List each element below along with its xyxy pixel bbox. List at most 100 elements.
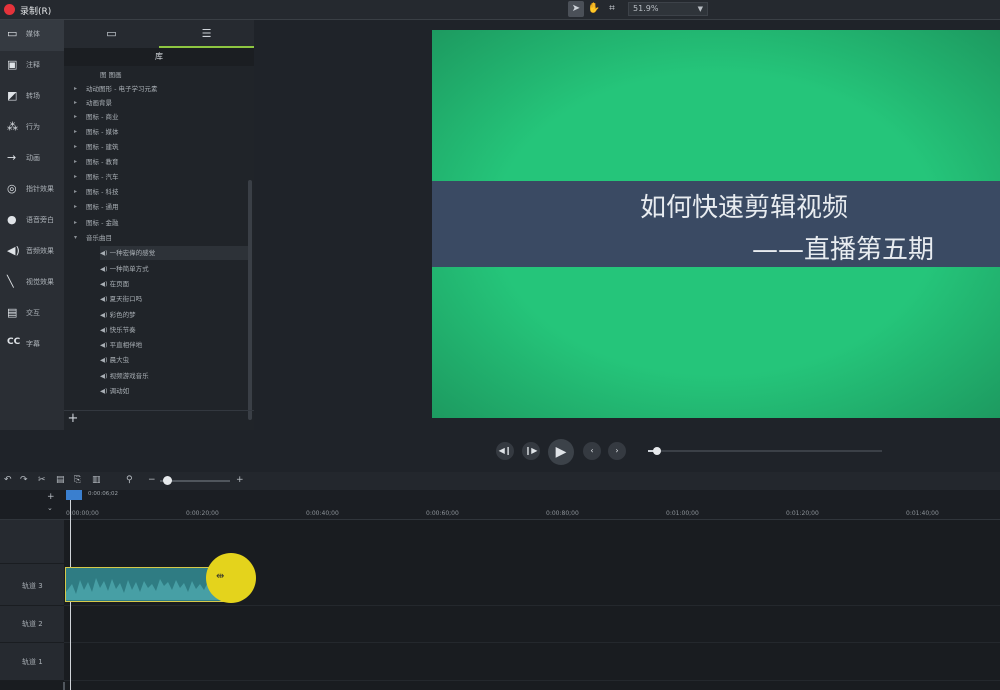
- list-item[interactable]: ▾ 音乐曲目: [74, 231, 112, 245]
- nav-item-captions[interactable]: CC 字幕: [0, 330, 64, 361]
- redo-icon[interactable]: ↷: [20, 475, 28, 485]
- list-item[interactable]: ◀) 一种宏偉的感觉: [100, 246, 250, 260]
- record-button[interactable]: 录制(R): [20, 4, 51, 17]
- list-item[interactable]: ◀) 视频游戏音乐: [100, 369, 149, 383]
- playhead-handle[interactable]: [66, 490, 82, 500]
- cut-icon[interactable]: ✂: [38, 475, 46, 485]
- track-name: 轨道 2: [22, 620, 43, 628]
- nav-label: 动画: [26, 154, 40, 162]
- zoom-in-icon[interactable]: +: [236, 475, 244, 485]
- track-header-2[interactable]: 轨道 2: [0, 606, 64, 643]
- canvas-title-line1[interactable]: 如何快速剪辑视频: [640, 187, 848, 224]
- zoom-search-icon[interactable]: ⚲: [126, 475, 133, 485]
- ruler-tick: 0:01:20;00: [786, 510, 819, 517]
- hand-icon[interactable]: ✋: [586, 1, 602, 17]
- list-item[interactable]: ◀) 调动如: [100, 384, 129, 398]
- track-name: 轨道 3: [22, 582, 43, 590]
- audio-effect-icon: ◀): [7, 244, 20, 257]
- list-item[interactable]: ▸ 图标 - 金融: [74, 216, 118, 230]
- list-item[interactable]: ▸ 图标 - 科技: [74, 185, 119, 199]
- list-item[interactable]: ▸ 图标 - 通用: [74, 200, 118, 214]
- tab-library[interactable]: ☰: [159, 20, 254, 48]
- canvas-title-line2[interactable]: ——直播第五期: [752, 229, 934, 266]
- pointer-icon[interactable]: ➤: [568, 1, 584, 17]
- list-item[interactable]: ▸ 图标 - 建筑: [74, 140, 118, 154]
- list-item[interactable]: ▸ 图标 - 教育: [74, 155, 118, 169]
- chevron-right-icon: ▸: [74, 99, 78, 106]
- nav-item-behaviors[interactable]: ⁂ 行为: [0, 113, 64, 144]
- nav-item-media[interactable]: ▭ 媒体: [0, 20, 64, 51]
- chevron-right-icon: ▸: [74, 203, 78, 210]
- chevron-right-icon: ▸: [74, 85, 78, 92]
- nav-label: 注释: [26, 61, 40, 69]
- previous-icon[interactable]: ‹: [583, 442, 601, 460]
- list-item-label: 动动图形 - 电子学习元素: [86, 85, 158, 93]
- step-back-icon[interactable]: ◀❙: [496, 442, 514, 460]
- title-band: 如何快速剪辑视频 ——直播第五期: [432, 181, 1000, 267]
- nav-item-animations[interactable]: → 动画: [0, 144, 64, 175]
- nav-label: 视觉效果: [26, 278, 54, 286]
- step-forward-icon[interactable]: ❙▶: [522, 442, 540, 460]
- list-item[interactable]: ▸ 图标 - 媒体: [74, 125, 118, 139]
- copy-icon[interactable]: ▤: [56, 475, 65, 485]
- track-lane-1[interactable]: [64, 643, 1000, 681]
- timeline-ruler[interactable]: + ⌄ 0:00:00;00 0:00:20;00 0:00:40;00 0:0…: [0, 490, 1000, 520]
- list-item[interactable]: ◀) 一种简单方式: [100, 262, 149, 276]
- nav-label: 语音旁白: [26, 216, 54, 224]
- zoom-out-icon[interactable]: −: [148, 475, 156, 485]
- nav-item-voice-narration[interactable]: ● 语音旁白: [0, 206, 64, 237]
- nav-label: 转场: [26, 92, 40, 100]
- nav-item-audio-effects[interactable]: ◀) 音频效果: [0, 237, 64, 268]
- list-item[interactable]: ◀) 晨大虫: [100, 353, 129, 367]
- video-canvas[interactable]: 如何快速剪辑视频 ——直播第五期: [432, 30, 1000, 418]
- nav-item-cursor-effects[interactable]: ◎ 指针效果: [0, 175, 64, 206]
- list-item[interactable]: 图 图画: [100, 68, 122, 82]
- chevron-right-icon: ▸: [74, 219, 78, 226]
- collapse-icon[interactable]: ⌄: [47, 504, 53, 512]
- zoom-dropdown[interactable]: 51.9% ▼: [628, 2, 708, 16]
- undo-icon[interactable]: ↶: [4, 475, 12, 485]
- list-item[interactable]: ◀) 彩色的梦: [100, 308, 136, 322]
- record-icon[interactable]: [4, 4, 15, 15]
- playback-scrubber[interactable]: [648, 447, 882, 455]
- nav-label: 行为: [26, 123, 40, 131]
- list-item-label: 图标 - 科技: [86, 188, 119, 196]
- track-header-empty: [0, 520, 64, 564]
- nav-item-transitions[interactable]: ◩ 转场: [0, 82, 64, 113]
- list-item-label: 音乐曲目: [86, 234, 112, 242]
- list-item[interactable]: ▸ 动画背景: [74, 96, 112, 110]
- track-header-3[interactable]: 轨道 3: [0, 564, 64, 606]
- scrubber-handle[interactable]: [653, 447, 661, 455]
- nav-item-annotations[interactable]: ▣ 注释: [0, 51, 64, 82]
- list-item[interactable]: ◀) 平直相伴地: [100, 338, 142, 352]
- split-icon[interactable]: ▥: [92, 475, 101, 485]
- list-item[interactable]: ◀) 夏天街口吗: [100, 292, 142, 306]
- timeline-scroll-handle[interactable]: [63, 682, 65, 690]
- list-item[interactable]: ◀) 在页面: [100, 277, 129, 291]
- list-item[interactable]: ◀) 快乐节奏: [100, 323, 136, 337]
- crop-icon[interactable]: ⌗: [604, 1, 620, 17]
- list-item-label: 图标 - 汽车: [86, 173, 119, 181]
- track-lane-2[interactable]: [64, 606, 1000, 643]
- library-scrollbar[interactable]: [248, 180, 252, 420]
- next-icon[interactable]: ›: [608, 442, 626, 460]
- nav-item-visual-effects[interactable]: ╲ 视觉效果: [0, 268, 64, 299]
- tab-media-bin[interactable]: ▭: [64, 20, 159, 48]
- add-track-icon[interactable]: +: [47, 492, 55, 502]
- list-item[interactable]: ▸ 图标 - 汽车: [74, 170, 119, 184]
- ruler-tick: 0:00:80;00: [546, 510, 579, 517]
- play-icon[interactable]: ▶: [548, 439, 574, 465]
- nav-item-interactivity[interactable]: ▤ 交互: [0, 299, 64, 330]
- tool-sidebar: ▭ 媒体 ▣ 注释 ◩ 转场 ⁂ 行为 → 动画 ◎ 指针效果 ● 语音旁白 ◀…: [0, 20, 64, 430]
- top-toolbar: 录制(R) ➤ ✋ ⌗ 51.9% ▼: [0, 0, 1000, 20]
- visual-effect-icon: ╲: [7, 275, 14, 288]
- timeline-toolbar: ↶ ↷ ✂ ▤ ⎘ ▥ ⚲ − +: [0, 472, 1000, 490]
- list-item[interactable]: ▸ 图标 - 商业: [74, 110, 118, 124]
- chevron-right-icon: ▸: [74, 113, 78, 120]
- add-icon[interactable]: +: [66, 412, 80, 426]
- paste-icon[interactable]: ⎘: [74, 475, 81, 485]
- list-item[interactable]: ▸ 动动图形 - 电子学习元素: [74, 82, 158, 96]
- behavior-icon: ⁂: [7, 120, 18, 133]
- track-header-1[interactable]: 轨道 1: [0, 643, 64, 681]
- timeline-zoom-handle[interactable]: [163, 476, 172, 485]
